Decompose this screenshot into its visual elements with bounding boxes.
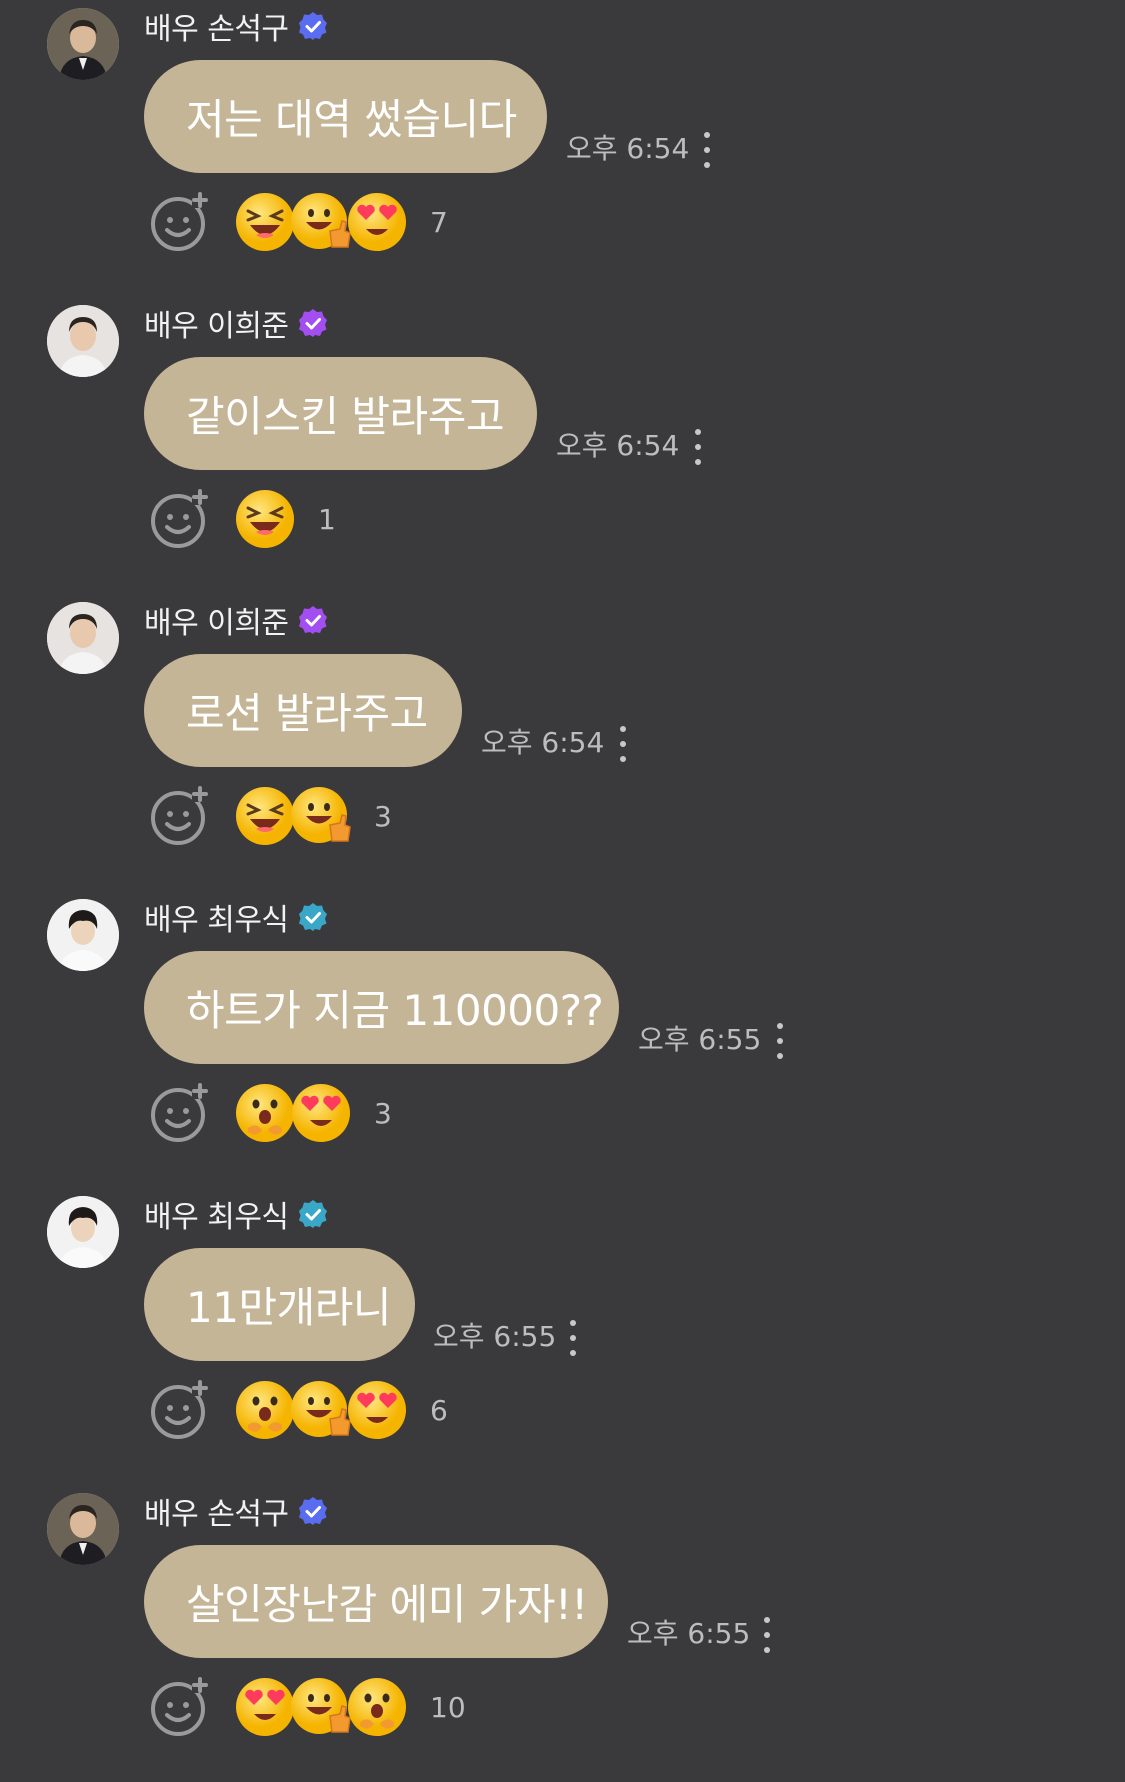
reaction-row: 3 (148, 1081, 392, 1145)
sender-name[interactable]: 배우 최우식 (144, 895, 289, 939)
more-options-icon[interactable] (757, 1617, 777, 1653)
reaction-emojis[interactable] (234, 488, 294, 550)
heart-eyes-face-icon (346, 191, 408, 253)
verified-badge-icon (297, 10, 329, 42)
thumbs-up-face-icon (290, 1676, 352, 1738)
message-bubble[interactable]: 로션 발라주고 (144, 654, 462, 767)
reaction-count: 3 (374, 1096, 392, 1130)
more-options-icon[interactable] (563, 1320, 583, 1356)
avatar[interactable] (47, 8, 119, 80)
message-bubble[interactable]: 저는 대역 썼습니다 (144, 60, 547, 173)
reaction-count: 1 (318, 502, 336, 536)
surprised-face-icon (234, 1082, 296, 1144)
message-time: 오후 6:55 (638, 1023, 762, 1056)
chat-message: 배우 이희준 로션 발라주고 오후 6:54 3 (0, 594, 1125, 891)
avatar[interactable] (47, 602, 119, 674)
reaction-row: 6 (148, 1378, 448, 1442)
avatar[interactable] (47, 1493, 119, 1565)
thumbs-up-face-icon (290, 785, 352, 847)
verified-badge-icon (297, 307, 329, 339)
sender-name[interactable]: 배우 손석구 (144, 4, 289, 48)
chat-message: 배우 최우식 11만개라니 오후 6:55 6 (0, 1188, 1125, 1485)
sender-name[interactable]: 배우 최우식 (144, 1192, 289, 1236)
more-options-icon[interactable] (613, 726, 633, 762)
reaction-emojis[interactable] (234, 191, 406, 253)
chat-message: 배우 이희준 같이스킨 발라주고 오후 6:54 1 (0, 297, 1125, 594)
thumbs-up-face-icon (290, 1379, 352, 1441)
more-options-icon[interactable] (688, 429, 708, 465)
heart-eyes-face-icon (234, 1676, 296, 1738)
add-reaction-icon[interactable] (148, 1378, 212, 1442)
sender-row: 배우 손석구 (144, 4, 329, 48)
chat-message: 배우 손석구 저는 대역 썼습니다 오후 6:54 7 (0, 0, 1125, 297)
chat-message: 배우 최우식 하트가 지금 110000?? 오후 6:55 3 (0, 891, 1125, 1188)
message-bubble[interactable]: 살인장난감 에미 가자!! (144, 1545, 608, 1658)
reaction-row: 1 (148, 487, 336, 551)
add-reaction-icon[interactable] (148, 1081, 212, 1145)
add-reaction-icon[interactable] (148, 1675, 212, 1739)
sender-name[interactable]: 배우 손석구 (144, 1489, 289, 1533)
sender-row: 배우 최우식 (144, 1192, 329, 1236)
message-time: 오후 6:55 (433, 1320, 557, 1353)
sender-row: 배우 이희준 (144, 301, 329, 345)
message-bubble[interactable]: 같이스킨 발라주고 (144, 357, 537, 470)
laughing-face-icon (234, 785, 296, 847)
sender-name[interactable]: 배우 이희준 (144, 301, 289, 345)
sender-name[interactable]: 배우 이희준 (144, 598, 289, 642)
reaction-count: 10 (430, 1690, 466, 1724)
reaction-emojis[interactable] (234, 1082, 350, 1144)
reaction-row: 10 (148, 1675, 466, 1739)
message-time: 오후 6:55 (627, 1617, 751, 1650)
surprised-face-icon (234, 1379, 296, 1441)
avatar[interactable] (47, 305, 119, 377)
chat-message: 배우 손석구 살인장난감 에미 가자!! 오후 6:55 10 (0, 1485, 1125, 1782)
reaction-count: 3 (374, 799, 392, 833)
more-options-icon[interactable] (697, 132, 717, 168)
message-time: 오후 6:54 (556, 429, 680, 462)
sender-row: 배우 최우식 (144, 895, 329, 939)
laughing-face-icon (234, 191, 296, 253)
add-reaction-icon[interactable] (148, 784, 212, 848)
avatar[interactable] (47, 1196, 119, 1268)
message-time: 오후 6:54 (566, 132, 690, 165)
reaction-emojis[interactable] (234, 785, 351, 847)
add-reaction-icon[interactable] (148, 190, 212, 254)
heart-eyes-face-icon (346, 1379, 408, 1441)
verified-badge-icon (297, 604, 329, 636)
verified-badge-icon (297, 1495, 329, 1527)
avatar[interactable] (47, 899, 119, 971)
reaction-count: 6 (430, 1393, 448, 1427)
message-bubble[interactable]: 11만개라니 (144, 1248, 415, 1361)
heart-eyes-face-icon (290, 1082, 352, 1144)
sender-row: 배우 손석구 (144, 1489, 329, 1533)
verified-badge-icon (297, 901, 329, 933)
add-reaction-icon[interactable] (148, 487, 212, 551)
sender-row: 배우 이희준 (144, 598, 329, 642)
laughing-face-icon (234, 488, 296, 550)
verified-badge-icon (297, 1198, 329, 1230)
surprised-face-icon (346, 1676, 408, 1738)
reaction-emojis[interactable] (234, 1676, 406, 1738)
thumbs-up-face-icon (290, 191, 352, 253)
more-options-icon[interactable] (770, 1023, 790, 1059)
reaction-count: 7 (430, 205, 448, 239)
message-time: 오후 6:54 (481, 726, 605, 759)
reaction-row: 7 (148, 190, 448, 254)
message-bubble[interactable]: 하트가 지금 110000?? (144, 951, 619, 1064)
reaction-row: 3 (148, 784, 392, 848)
reaction-emojis[interactable] (234, 1379, 406, 1441)
